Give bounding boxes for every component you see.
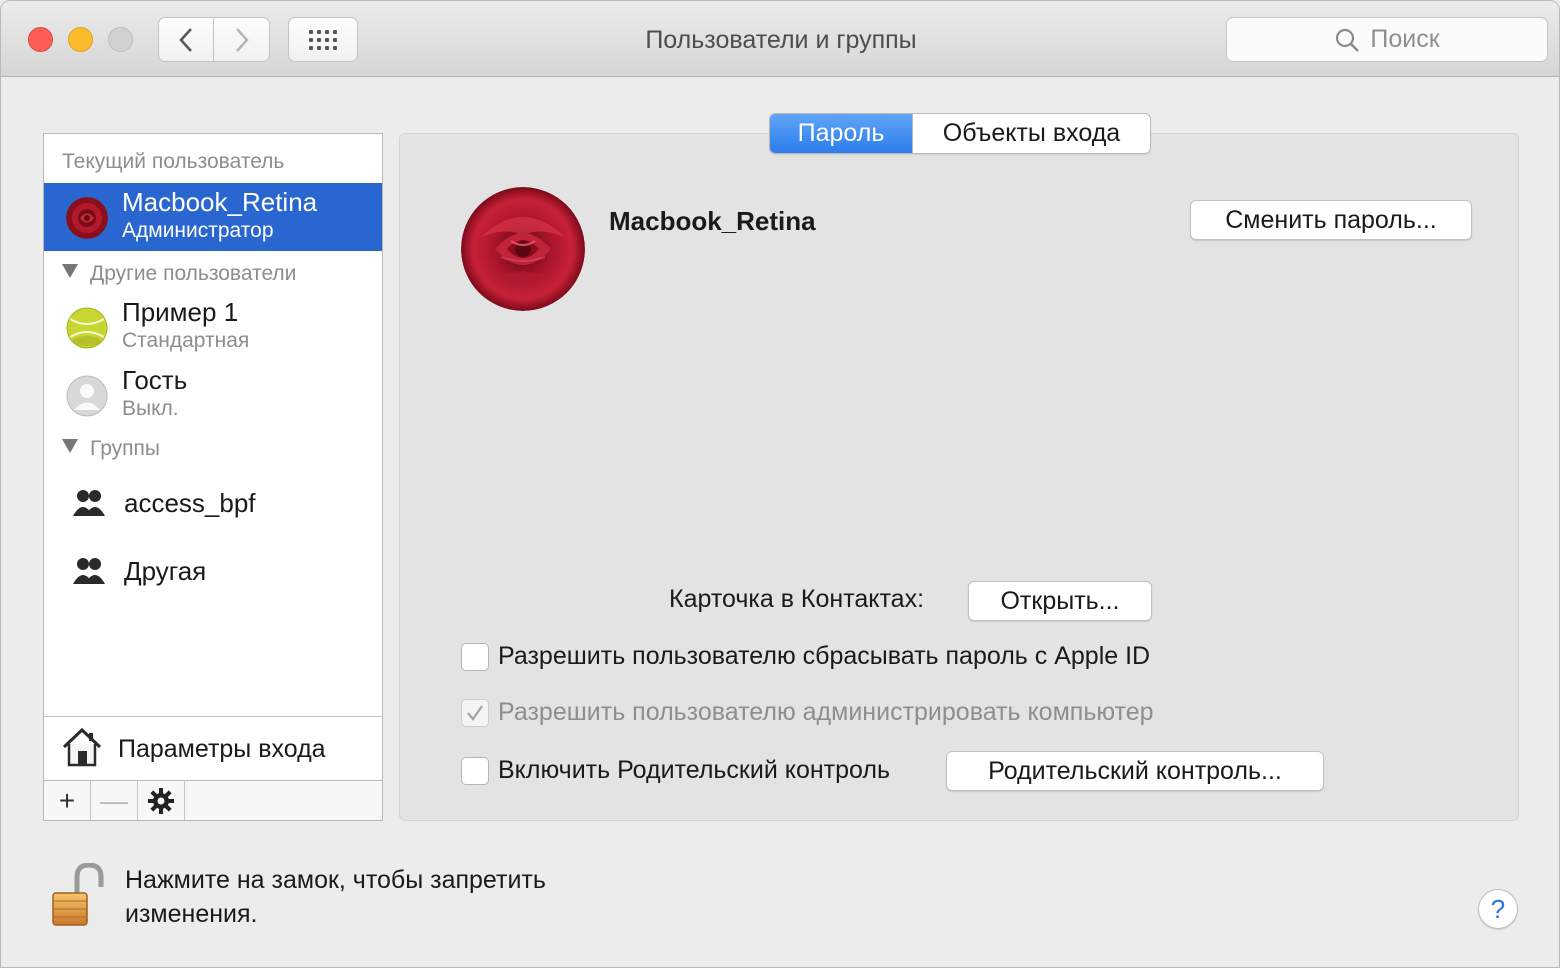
gear-icon <box>148 787 174 814</box>
user-role: Стандартная <box>122 329 250 352</box>
allow-admin-checkbox[interactable] <box>461 698 489 727</box>
groups-header[interactable]: Группы <box>62 437 160 461</box>
tab-bar: Пароль Объекты входа <box>769 113 1151 154</box>
group-icon <box>73 558 105 584</box>
remove-user-button[interactable]: — <box>91 781 138 820</box>
unlocked-padlock-icon <box>52 862 104 926</box>
parental-controls-row: Включить Родительский контроль <box>461 756 890 785</box>
help-button[interactable]: ? <box>1478 889 1518 929</box>
checkmark-icon <box>467 704 483 721</box>
tennis-ball-avatar <box>66 307 108 349</box>
allow-reset-apple-id-checkbox[interactable] <box>461 642 489 671</box>
open-contacts-button[interactable]: Открыть... <box>968 581 1152 621</box>
change-password-button[interactable]: Сменить пароль... <box>1190 200 1472 240</box>
allow-admin-row: Разрешить пользователю администрировать … <box>461 698 1154 727</box>
user-role: Выкл. <box>122 397 179 420</box>
user-name: Пример 1 <box>122 297 239 327</box>
disclosure-triangle-icon <box>62 439 78 453</box>
parental-controls-checkbox[interactable] <box>461 756 489 785</box>
disclosure-triangle-icon <box>62 264 78 278</box>
user-row-current[interactable]: Macbook_Retina Администратор <box>44 183 382 251</box>
login-options-item[interactable]: Параметры входа <box>44 716 382 780</box>
lock-button[interactable] <box>49 862 105 934</box>
title-bar: Пользователи и группы Поиск <box>1 1 1559 77</box>
user-row[interactable]: Пример 1 Стандартная <box>44 293 382 361</box>
other-users-header[interactable]: Другие пользователи <box>62 262 296 286</box>
gear-menu-button[interactable] <box>138 781 185 820</box>
lock-hint-text: Нажмите на замок, чтобы запретить измене… <box>125 866 546 928</box>
sidebar-toolbar: + — <box>44 780 382 820</box>
tab-login-items[interactable]: Объекты входа <box>912 114 1150 153</box>
login-options-label: Параметры входа <box>118 735 326 763</box>
search-field[interactable]: Поиск <box>1226 17 1548 62</box>
checkbox-label: Разрешить пользователю администрировать … <box>498 698 1154 726</box>
search-placeholder: Поиск <box>1370 25 1440 53</box>
group-row[interactable]: access_bpf <box>44 478 382 532</box>
group-icon <box>73 490 105 516</box>
checkbox-label: Разрешить пользователю сбрасывать пароль… <box>498 642 1151 670</box>
detail-user-name: Macbook_Retina <box>609 206 816 236</box>
user-name: Гость <box>122 365 188 395</box>
group-name: access_bpf <box>124 488 256 518</box>
users-sidebar: Текущий пользователь Macbook_Retina Адми… <box>43 133 383 821</box>
rose-avatar <box>66 197 108 239</box>
group-row[interactable]: Другая <box>44 546 382 600</box>
tab-password[interactable]: Пароль <box>770 114 912 153</box>
user-row-guest[interactable]: Гость Выкл. <box>44 361 382 429</box>
search-icon <box>1336 28 1360 52</box>
user-picture[interactable] <box>461 187 585 311</box>
allow-reset-apple-id-row: Разрешить пользователю сбрасывать пароль… <box>461 642 1150 671</box>
user-name: Macbook_Retina <box>122 187 318 217</box>
add-user-button[interactable]: + <box>44 781 91 820</box>
house-icon <box>62 727 102 767</box>
parental-controls-button[interactable]: Родительский контроль... <box>946 751 1324 791</box>
window: Пользователи и группы Поиск Текущий поль… <box>0 0 1560 968</box>
user-role: Администратор <box>122 219 274 242</box>
group-name: Другая <box>124 556 207 586</box>
current-user-header: Текущий пользователь <box>62 150 285 173</box>
guest-avatar <box>66 375 108 417</box>
rose-avatar <box>461 187 585 311</box>
contacts-card-label: Карточка в Контактах: <box>669 585 925 613</box>
checkbox-label: Включить Родительский контроль <box>498 756 890 784</box>
